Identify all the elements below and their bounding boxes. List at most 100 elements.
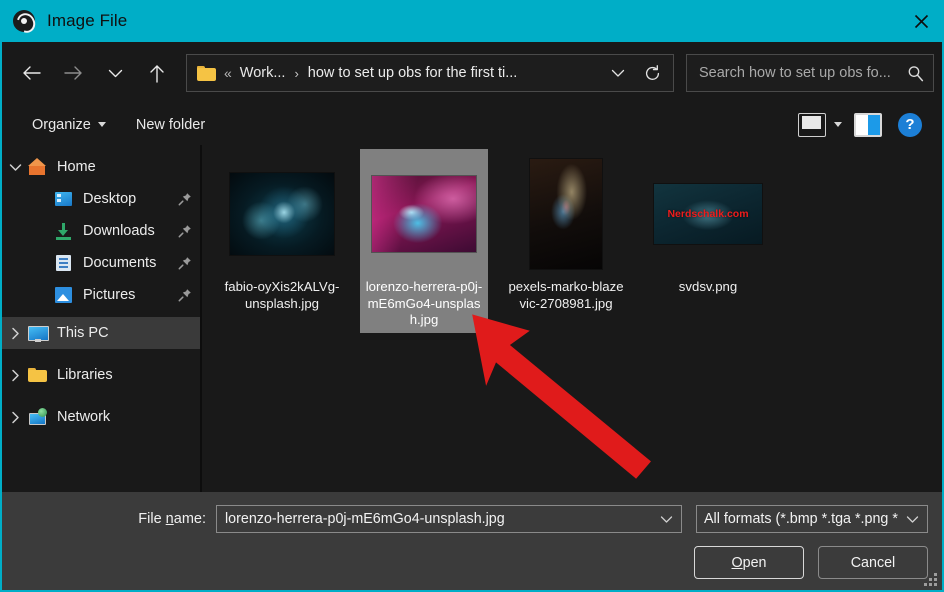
- address-bar[interactable]: « Work... › how to set up obs for the fi…: [186, 54, 674, 92]
- filename-row: File name: All formats (*.bmp *.tga *.pn…: [2, 492, 942, 533]
- chevron-right-icon[interactable]: [2, 327, 28, 340]
- folder-icon: [197, 65, 216, 81]
- file-item[interactable]: fabio-oyXis2kALVg-unsplash.jpg: [218, 149, 346, 333]
- search-box[interactable]: [686, 54, 934, 92]
- chevron-down-icon: [97, 122, 106, 127]
- sidebar-item-network[interactable]: Network: [2, 401, 200, 433]
- documents-icon: [54, 254, 74, 272]
- watermark-label: Nerdschalk.com: [667, 208, 749, 220]
- dialog-body: « Work... › how to set up obs for the fi…: [0, 42, 944, 592]
- thumbnail: [369, 155, 479, 273]
- image-thumbnail: [372, 176, 476, 252]
- file-name-label: svdsv.png: [678, 279, 738, 294]
- downloads-icon: [54, 222, 74, 240]
- open-accel: O: [731, 554, 743, 571]
- preview-pane-icon[interactable]: [854, 112, 882, 137]
- new-folder-label: New folder: [135, 116, 206, 133]
- command-bar: Organize New folder ?: [2, 104, 942, 145]
- file-name-label: fabio-oyXis2kALVg-unsplash.jpg: [224, 279, 340, 311]
- search-input[interactable]: [699, 65, 903, 81]
- image-thumbnail: [230, 173, 334, 255]
- sidebar-item-label: This PC: [57, 325, 109, 341]
- open-rest: pen: [742, 554, 767, 571]
- filename-field[interactable]: [216, 505, 682, 533]
- view-options-icon[interactable]: [798, 112, 826, 137]
- organize-button[interactable]: Organize: [24, 112, 114, 138]
- breadcrumb-separator: ›: [294, 65, 299, 81]
- sidebar-item-label: Home: [57, 159, 96, 175]
- breadcrumb-overflow[interactable]: «: [224, 65, 232, 81]
- filename-chevron-down-icon[interactable]: [653, 515, 679, 524]
- thumbnail: Nerdschalk.com: [653, 155, 763, 273]
- window-title: Image File: [47, 11, 128, 30]
- breadcrumb-item-work[interactable]: Work...: [240, 65, 286, 81]
- thumbnail: [511, 155, 621, 273]
- title-bar[interactable]: Image File: [0, 0, 944, 42]
- file-item[interactable]: pexels-marko-blazevic-2708981.jpg: [502, 149, 630, 333]
- close-icon[interactable]: [898, 0, 944, 42]
- pin-icon[interactable]: [178, 288, 192, 302]
- chevron-down-icon[interactable]: [2, 163, 28, 172]
- pictures-icon: [54, 286, 74, 304]
- filename-label-post: ame:: [173, 511, 206, 527]
- sidebar-item-home[interactable]: Home: [2, 151, 200, 183]
- sidebar-item-libraries[interactable]: Libraries: [2, 359, 200, 391]
- filename-label: File name:: [2, 511, 216, 527]
- file-grid: fabio-oyXis2kALVg-unsplash.jpg lorenzo-h…: [218, 149, 942, 343]
- back-arrow-icon[interactable]: [10, 54, 52, 92]
- file-type-dropdown[interactable]: All formats (*.bmp *.tga *.png *.: [696, 505, 928, 533]
- file-list-pane[interactable]: fabio-oyXis2kALVg-unsplash.jpg lorenzo-h…: [202, 145, 942, 492]
- button-row: Open Cancel: [2, 533, 942, 579]
- search-icon[interactable]: [903, 65, 927, 82]
- open-button[interactable]: Open: [694, 546, 804, 579]
- file-type-chevron-down-icon[interactable]: [899, 515, 925, 524]
- sidebar-item-label: Downloads: [83, 223, 155, 239]
- up-arrow-icon[interactable]: [136, 54, 178, 92]
- recent-locations-chevron-down-icon[interactable]: [94, 54, 136, 92]
- image-thumbnail: Nerdschalk.com: [654, 184, 762, 244]
- main-area: Home Desktop Downloads Documents Picture…: [2, 145, 942, 492]
- pin-icon[interactable]: [178, 224, 192, 238]
- pin-icon[interactable]: [178, 192, 192, 206]
- dialog-footer: File name: All formats (*.bmp *.tga *.pn…: [2, 492, 942, 590]
- resize-grip[interactable]: [924, 573, 937, 586]
- sidebar-item-label: Pictures: [83, 287, 136, 303]
- filename-label-accel: n: [165, 511, 174, 527]
- sidebar-item-pictures[interactable]: Pictures: [2, 279, 200, 311]
- cancel-button[interactable]: Cancel: [818, 546, 928, 579]
- thumbnail: [227, 155, 337, 273]
- help-icon[interactable]: ?: [898, 112, 922, 137]
- sidebar-item-label: Documents: [83, 255, 157, 271]
- organize-label: Organize: [32, 116, 91, 133]
- chevron-right-icon[interactable]: [2, 369, 28, 382]
- filename-label-pre: File: [138, 511, 166, 527]
- sidebar-item-documents[interactable]: Documents: [2, 247, 200, 279]
- file-type-value: All formats (*.bmp *.tga *.png *.: [704, 511, 899, 527]
- forward-arrow-icon[interactable]: [52, 54, 94, 92]
- file-item[interactable]: Nerdschalk.com svdsv.png: [644, 149, 772, 333]
- filename-input[interactable]: [225, 511, 653, 527]
- home-icon: [28, 158, 48, 176]
- breadcrumb-item-current[interactable]: how to set up obs for the first ti...: [308, 65, 601, 81]
- file-name-label: pexels-marko-blazevic-2708981.jpg: [508, 279, 624, 311]
- sidebar-item-desktop[interactable]: Desktop: [2, 183, 200, 215]
- navigation-pane: Home Desktop Downloads Documents Picture…: [2, 145, 200, 492]
- sidebar-item-label: Desktop: [83, 191, 137, 207]
- pin-icon[interactable]: [178, 256, 192, 270]
- libraries-icon: [28, 366, 48, 384]
- sidebar-item-this-pc[interactable]: This PC: [2, 317, 200, 349]
- navigation-bar: « Work... › how to set up obs for the fi…: [2, 42, 942, 104]
- desktop-icon: [54, 190, 74, 208]
- refresh-icon[interactable]: [635, 55, 669, 91]
- sidebar-item-downloads[interactable]: Downloads: [2, 215, 200, 247]
- chevron-right-icon[interactable]: [2, 411, 28, 424]
- sidebar-item-label: Libraries: [57, 367, 113, 383]
- this-pc-icon: [28, 324, 49, 342]
- address-chevron-down-icon[interactable]: [601, 55, 635, 91]
- new-folder-button[interactable]: New folder: [128, 112, 213, 138]
- file-item-selected[interactable]: lorenzo-herrera-p0j-mE6mGo4-unsplash.jpg: [360, 149, 488, 333]
- cancel-label: Cancel: [850, 554, 896, 571]
- view-options-chevron-down-icon[interactable]: [834, 122, 842, 127]
- file-name-label: lorenzo-herrera-p0j-mE6mGo4-unsplash.jpg: [365, 279, 483, 327]
- obs-logo-icon: [13, 10, 35, 32]
